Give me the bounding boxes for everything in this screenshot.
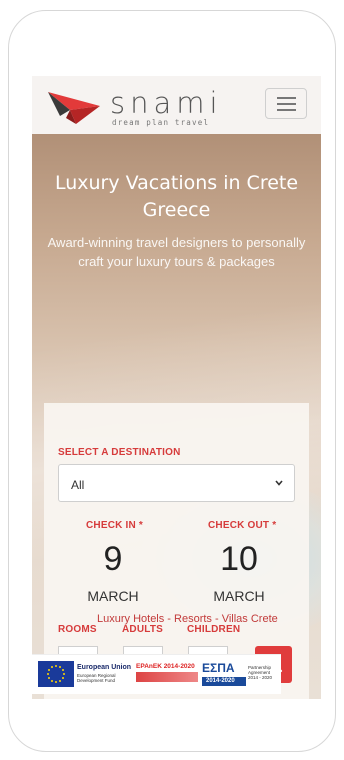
navbar: snami dream plan travel bbox=[32, 76, 321, 134]
espa-period-bar: 2014-2020 bbox=[202, 677, 246, 686]
chevron-down-icon bbox=[275, 480, 283, 486]
tagline-link[interactable]: Luxury Hotels - Resorts - Villas Crete bbox=[97, 613, 278, 625]
paper-plane-logo-icon bbox=[48, 92, 100, 124]
menu-toggle-button[interactable] bbox=[265, 88, 307, 119]
hamburger-menu-icon bbox=[277, 97, 296, 99]
eu-funding-banner: European Union European Regional Develop… bbox=[32, 654, 281, 694]
hero-subtitle: Award-winning travel designers to person… bbox=[47, 235, 306, 269]
destination-label: SELECT A DESTINATION bbox=[58, 447, 181, 458]
hamburger-menu-icon-line bbox=[277, 109, 296, 111]
espa-partnership: Partnership Agreement 2014 - 2020 bbox=[248, 665, 273, 680]
checkin-month[interactable]: MARCH bbox=[63, 588, 163, 604]
espa-logo: ΕΣΠΑ bbox=[202, 661, 235, 675]
epanek-bar bbox=[136, 672, 198, 682]
logo-tagline: dream plan travel bbox=[112, 118, 210, 127]
destination-value: All bbox=[71, 478, 85, 492]
checkin-day[interactable]: 9 bbox=[63, 540, 163, 579]
children-label: CHILDREN bbox=[187, 624, 241, 635]
logo-wordmark: snami bbox=[110, 86, 223, 120]
mobile-screen: snami dream plan travel Luxury Vacations… bbox=[32, 76, 321, 699]
hero-title: Luxury Vacations in Crete Greece bbox=[54, 172, 299, 221]
adults-label: ADULTS bbox=[122, 624, 164, 635]
rooms-label: ROOMS bbox=[58, 624, 97, 635]
destination-select[interactable]: All bbox=[58, 464, 295, 502]
checkin-label: CHECK IN * bbox=[86, 520, 144, 531]
eu-title: European Union bbox=[77, 664, 132, 671]
checkout-day[interactable]: 10 bbox=[189, 540, 289, 579]
espa-period: 2014-2020 bbox=[206, 678, 235, 684]
checkout-label: CHECK OUT * bbox=[208, 520, 277, 531]
hamburger-menu-icon-line bbox=[277, 103, 296, 105]
checkout-month[interactable]: MARCH bbox=[189, 588, 289, 604]
snami-logo[interactable]: snami dream plan travel bbox=[46, 84, 226, 128]
eu-flag-icon bbox=[38, 661, 74, 687]
epanek-logo: EPAnEK 2014-2020 bbox=[136, 663, 195, 670]
eu-fund: European Regional Development Fund bbox=[77, 673, 116, 683]
